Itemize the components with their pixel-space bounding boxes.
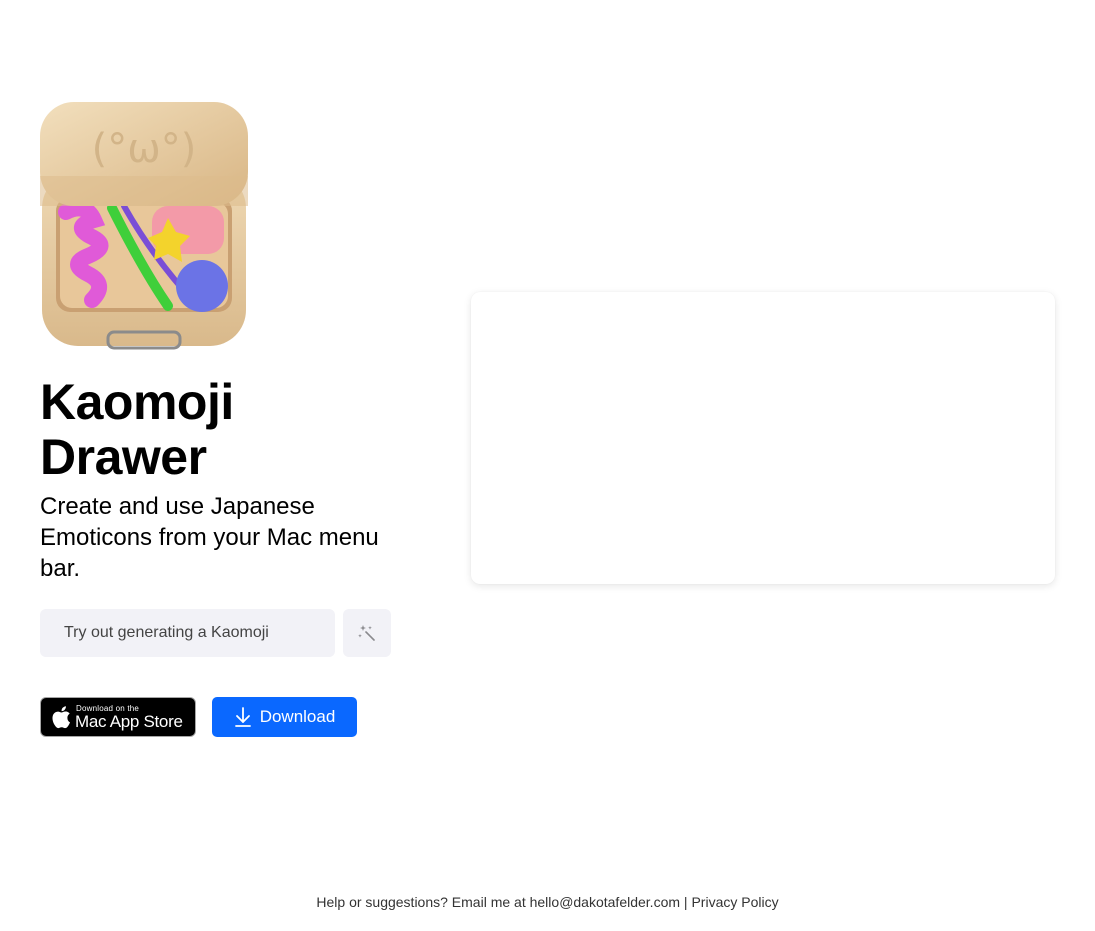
footer-help-text: Help or suggestions? Email me at — [316, 894, 526, 910]
kaomoji-prompt-input[interactable] — [40, 609, 335, 657]
app-icon: (°ω°) — [40, 102, 248, 350]
email-link[interactable]: hello@dakotafelder.com — [530, 894, 680, 910]
magic-wand-icon — [358, 625, 375, 641]
download-button[interactable]: Download — [212, 697, 357, 737]
footer-separator: | — [683, 894, 688, 910]
download-label: Download — [259, 707, 336, 726]
svg-text:(°ω°): (°ω°) — [92, 126, 197, 172]
mac-app-store-badge[interactable]: Download on the Mac App Store — [40, 697, 196, 737]
privacy-policy-link[interactable]: Privacy Policy — [691, 894, 778, 910]
kaomoji-preview-card — [471, 292, 1055, 584]
footer: Help or suggestions? Email me at hello@d… — [0, 894, 1095, 910]
apple-logo-icon — [52, 706, 70, 729]
tagline: Create and use Japanese Emoticons from y… — [40, 493, 379, 582]
generate-button[interactable] — [343, 609, 391, 657]
download-arrow-icon — [234, 707, 251, 727]
page-title: Kaomoji Drawer — [40, 374, 234, 485]
appstore-big-text: Mac App Store — [75, 712, 183, 731]
